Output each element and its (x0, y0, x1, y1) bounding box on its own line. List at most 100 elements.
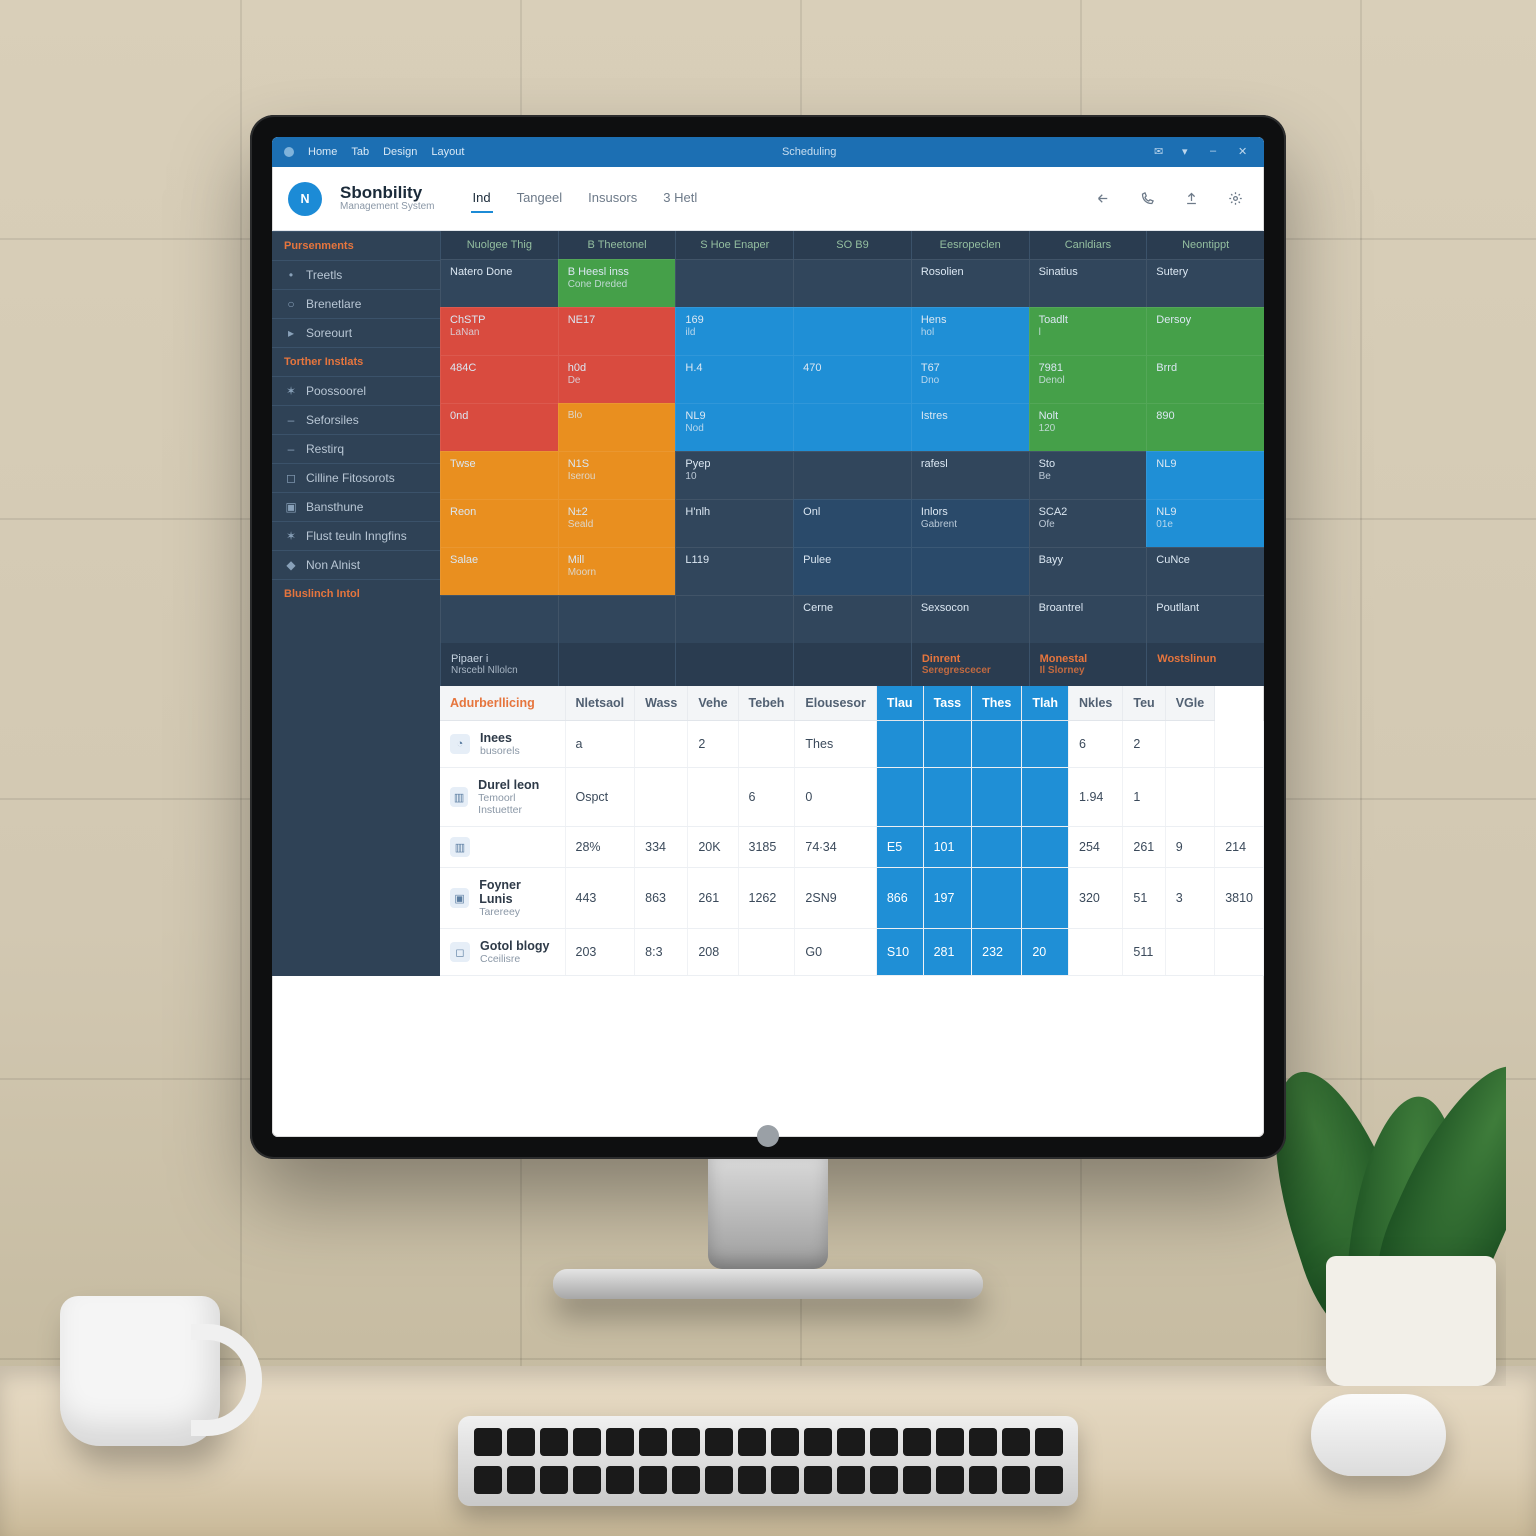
titlebar-menu-2[interactable]: Design (383, 146, 417, 158)
table-row[interactable]: ▣Foyner LunisTarereey44386326112622SN986… (440, 868, 1264, 929)
sidebar-item[interactable]: –Seforsiles (272, 405, 440, 434)
heatmap-cell[interactable]: StoBe (1029, 451, 1147, 499)
table-column-header[interactable]: Tebeh (738, 686, 795, 721)
heatmap-cell[interactable] (793, 307, 911, 355)
heatmap-cell[interactable]: H.4 (675, 355, 793, 403)
gear-icon[interactable] (1222, 186, 1248, 212)
table-column-header[interactable]: Wass (635, 686, 688, 721)
heatmap-cell[interactable]: ChSTPLaNan (440, 307, 558, 355)
heatmap-cell[interactable]: Blo (558, 403, 676, 451)
titlebar-menu-0[interactable]: Home (308, 146, 337, 158)
sidebar-item[interactable]: ○Brenetlare (272, 289, 440, 318)
tab-0[interactable]: Ind (471, 184, 493, 213)
table-row[interactable]: ▥Durel leonTemoorl InstuetterOspct601.94… (440, 768, 1264, 827)
mail-icon[interactable]: ✉ (1154, 145, 1168, 159)
heatmap-cell[interactable] (911, 547, 1029, 595)
heatmap-cell[interactable]: N±2Seald (558, 499, 676, 547)
heatmap-cell[interactable]: Toadltl (1029, 307, 1147, 355)
heatmap-cell[interactable]: Natero Done (440, 259, 558, 307)
close-icon[interactable]: ✕ (1238, 145, 1252, 159)
titlebar-menu-1[interactable]: Tab (351, 146, 369, 158)
heatmap-cell[interactable] (558, 595, 676, 643)
heatmap-cell[interactable]: L119 (675, 547, 793, 595)
heatmap-cell[interactable]: NL9Nod (675, 403, 793, 451)
heatmap-cell[interactable]: h0dDe (558, 355, 676, 403)
heatmap-cell[interactable]: B Heesl inssCone Dreded (558, 259, 676, 307)
heatmap-cell[interactable]: Onl (793, 499, 911, 547)
tab-1[interactable]: Tangeel (515, 184, 565, 213)
heatmap-cell[interactable]: 890 (1146, 403, 1264, 451)
heatmap-cell[interactable]: Bayy (1029, 547, 1147, 595)
heatmap-cell[interactable]: SCA2Ofe (1029, 499, 1147, 547)
heatmap-cell[interactable]: NL901e (1146, 499, 1264, 547)
heatmap-cell[interactable]: Broantrel (1029, 595, 1147, 643)
heatmap-cell[interactable] (793, 451, 911, 499)
heatmap-cell[interactable]: InlorsGabrent (911, 499, 1029, 547)
heatmap-cell[interactable]: Brrd (1146, 355, 1264, 403)
heatmap-cell[interactable]: Pyep10 (675, 451, 793, 499)
titlebar-menu-3[interactable]: Layout (431, 146, 464, 158)
heatmap-cell[interactable]: N1SIserou (558, 451, 676, 499)
heatmap-cell[interactable]: H'nlh (675, 499, 793, 547)
sidebar-item[interactable]: ◆Non Alnist (272, 550, 440, 579)
heatmap-cell[interactable]: 0nd (440, 403, 558, 451)
heatmap-cell[interactable]: Istres (911, 403, 1029, 451)
heatmap-cell[interactable]: NE17 (558, 307, 676, 355)
table-column-header[interactable]: Elousesor (795, 686, 876, 721)
chevron-down-icon[interactable]: ▾ (1182, 145, 1196, 159)
tab-3[interactable]: 3 Hetl (661, 184, 699, 213)
table-row[interactable]: ◻Gotol blogyCceilisre2038:3208G0S1028123… (440, 929, 1264, 976)
heatmap-cell[interactable] (793, 259, 911, 307)
heatmap-cell[interactable]: Twse (440, 451, 558, 499)
table-column-header[interactable]: Tass (923, 686, 972, 721)
heatmap-cell[interactable]: Sutery (1146, 259, 1264, 307)
heatmap-cell[interactable]: 169ild (675, 307, 793, 355)
heatmap-cell[interactable]: 7981Denol (1029, 355, 1147, 403)
share-icon[interactable] (1090, 186, 1116, 212)
minimize-icon[interactable]: – (1210, 145, 1224, 159)
upload-icon[interactable] (1178, 186, 1204, 212)
heatmap-cell[interactable]: Poutllant (1146, 595, 1264, 643)
heatmap-cell[interactable]: Dersoy (1146, 307, 1264, 355)
table-column-header[interactable]: VGle (1165, 686, 1215, 721)
table-column-header[interactable]: Tlau (876, 686, 923, 721)
heatmap-cell[interactable] (675, 259, 793, 307)
heatmap-cell[interactable]: rafesl (911, 451, 1029, 499)
table-title-column[interactable]: Adurberllicing (440, 686, 565, 721)
table-column-header[interactable]: Tlah (1022, 686, 1069, 721)
table-column-header[interactable]: Teu (1123, 686, 1165, 721)
heatmap-cell[interactable]: T67Dno (911, 355, 1029, 403)
heatmap-cell[interactable]: Sinatius (1029, 259, 1147, 307)
heatmap-cell[interactable]: 470 (793, 355, 911, 403)
sidebar-item[interactable]: –Restirq (272, 434, 440, 463)
heatmap-cell[interactable] (440, 595, 558, 643)
heatmap-cell[interactable]: Henshol (911, 307, 1029, 355)
phone-icon[interactable] (1134, 186, 1160, 212)
table-column-header[interactable]: Vehe (688, 686, 738, 721)
heatmap-cell[interactable] (675, 595, 793, 643)
heatmap-cell[interactable]: Reon (440, 499, 558, 547)
heatmap-cell[interactable]: NL9 (1146, 451, 1264, 499)
heatmap-cell[interactable] (793, 403, 911, 451)
sidebar-item[interactable]: ▣Bansthune (272, 492, 440, 521)
table-column-header[interactable]: Nkles (1069, 686, 1123, 721)
heatmap-cell[interactable]: Nolt120 (1029, 403, 1147, 451)
heatmap-cell[interactable]: Pulee (793, 547, 911, 595)
sidebar-item[interactable]: ✶Poossoorel (272, 376, 440, 405)
sidebar-item[interactable]: ▸Soreourt (272, 318, 440, 347)
sidebar-item[interactable]: ◻Cilline Fitosorots (272, 463, 440, 492)
table-column-header[interactable]: Thes (972, 686, 1022, 721)
heatmap-cell[interactable]: Sexsocon (911, 595, 1029, 643)
heatmap-cell[interactable]: Cerne (793, 595, 911, 643)
heatmap-cell[interactable]: Rosolien (911, 259, 1029, 307)
table-row[interactable]: ◔Ineesbusorelsa2Thes62 (440, 721, 1264, 768)
sidebar-item[interactable]: •Treetls (272, 260, 440, 289)
tab-2[interactable]: Insusors (586, 184, 639, 213)
heatmap-cell[interactable]: 484C (440, 355, 558, 403)
heatmap-cell[interactable]: Salae (440, 547, 558, 595)
table-column-header[interactable]: Nletsaol (565, 686, 635, 721)
table-row[interactable]: ▥28%33420K318574∙34E51012542619214 (440, 827, 1264, 868)
heatmap-cell[interactable]: MillMoorn (558, 547, 676, 595)
sidebar-item[interactable]: ✶Flust teuln Inngfins (272, 521, 440, 550)
heatmap-cell[interactable]: CuNce (1146, 547, 1264, 595)
